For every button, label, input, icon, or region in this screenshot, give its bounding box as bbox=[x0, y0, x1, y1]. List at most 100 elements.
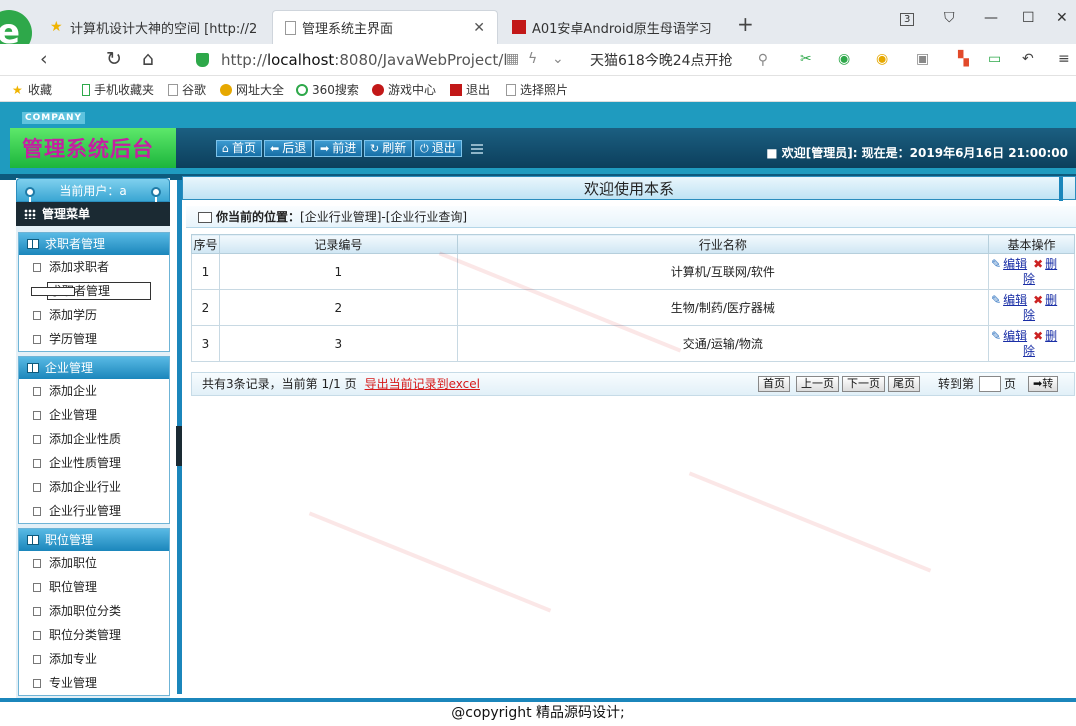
search-text: 天猫618今晚24点开抢 bbox=[590, 53, 733, 69]
browser-tab-2[interactable]: 管理系统主界面 ✕ bbox=[272, 10, 498, 44]
scissors-icon[interactable]: ✂ bbox=[800, 51, 812, 67]
back-icon[interactable]: ‹ bbox=[40, 48, 48, 70]
doc-icon bbox=[33, 559, 41, 568]
bookmark-google[interactable]: 谷歌 bbox=[168, 81, 206, 98]
folder-icon bbox=[27, 363, 39, 373]
delete-link[interactable]: 删 bbox=[1045, 329, 1057, 343]
menu-item-add-major[interactable]: 添加专业 bbox=[19, 647, 169, 671]
delete-link-wrap[interactable]: 除 bbox=[1023, 272, 1035, 286]
close-window-icon[interactable]: ✕ bbox=[1056, 10, 1068, 26]
screenshot-icon[interactable]: ▣ bbox=[916, 51, 929, 67]
address-bar: ‹ ↻ ⌂ http://localhost:8080/JavaWebProje… bbox=[0, 44, 1076, 76]
last-page-button[interactable]: 尾页 bbox=[888, 376, 920, 392]
menu-item-add-enterprise-type[interactable]: 添加企业性质 bbox=[19, 427, 169, 451]
apps-icon[interactable]: ▚ bbox=[958, 51, 969, 67]
shirt-icon[interactable]: ⛉ bbox=[944, 10, 955, 26]
page-unit-label: 页 bbox=[1004, 377, 1017, 391]
bookmark-mobile[interactable]: 手机收藏夹 bbox=[82, 81, 154, 98]
menu-item-enterprise-management[interactable]: 企业管理 bbox=[19, 403, 169, 427]
search-icon[interactable]: ⚲ bbox=[758, 52, 768, 68]
logout-button[interactable]: ⏻ 退出 bbox=[414, 140, 462, 157]
bookmark-label: 手机收藏夹 bbox=[94, 83, 155, 97]
forward-button[interactable]: ➡ 前进 bbox=[314, 140, 363, 157]
tab-title: 管理系统主界面 bbox=[302, 22, 394, 37]
grid-icon[interactable]: ▦ bbox=[506, 51, 519, 67]
doc-icon bbox=[33, 435, 41, 444]
menu-grid-icon bbox=[24, 209, 36, 219]
toolbar-menu-icon[interactable] bbox=[471, 144, 483, 154]
table-row: 2 2 生物/制药/医疗器械 ✎ 编辑 ✖ 删除 bbox=[191, 289, 1075, 326]
home-icon[interactable]: ⌂ bbox=[142, 48, 154, 70]
menu-item-label: 添加求职者 bbox=[49, 260, 110, 274]
url-suffix: :8080/JavaWebProject/l bbox=[334, 51, 508, 69]
menu-item-add-position[interactable]: 添加职位 bbox=[19, 551, 169, 575]
export-excel-link[interactable]: 导出当前记录到excel bbox=[365, 377, 480, 391]
doc-icon bbox=[33, 263, 41, 272]
delete-link-wrap[interactable]: 除 bbox=[1023, 344, 1035, 358]
lightning-icon[interactable]: ϟ bbox=[528, 51, 537, 67]
close-icon[interactable]: ✕ bbox=[465, 20, 485, 36]
menu-item-position-management[interactable]: 职位管理 bbox=[19, 575, 169, 599]
group-title[interactable]: 求职者管理 bbox=[19, 233, 169, 255]
refresh-button[interactable]: ↻ 刷新 bbox=[364, 140, 413, 157]
bookmark-exit[interactable]: 退出 bbox=[450, 81, 490, 98]
globe-icon bbox=[220, 83, 232, 96]
pager-summary: 共有3条记录，当前第 1/1 页导出当前记录到excel bbox=[202, 373, 480, 395]
minimize-icon[interactable]: — bbox=[984, 10, 998, 26]
bookmark-sites[interactable]: 网址大全 bbox=[220, 81, 284, 98]
pencil-icon: ✎ bbox=[991, 293, 1002, 307]
chevron-down-icon[interactable]: ⌄ bbox=[552, 51, 564, 67]
menu-item-industry-management[interactable]: 企业行业管理 bbox=[19, 499, 169, 523]
bookmark-photo[interactable]: 选择照片 bbox=[506, 81, 568, 98]
reload-icon[interactable]: ↻ bbox=[106, 48, 122, 70]
menu-item-label: 职位管理 bbox=[49, 580, 98, 594]
browser-tab-3[interactable]: A01安卓Android原生母语学习 bbox=[500, 10, 732, 44]
menu-item-jobseeker-management[interactable]: 求职者管理 bbox=[19, 279, 169, 303]
undo-icon[interactable]: ↶ bbox=[1022, 51, 1034, 67]
sidebar-toggle-handle[interactable] bbox=[176, 426, 182, 466]
tab-count-badge[interactable]: 3 bbox=[900, 13, 915, 26]
goto-page-input[interactable] bbox=[979, 376, 1001, 392]
coin-icon[interactable]: ◉ bbox=[876, 51, 888, 67]
app-header: COMPANY 管理系统后台 ⌂ 首页 ⬅ 后退 ➡ 前进 ↻ 刷新 ⏻ 退出 ■ 欢迎[… bbox=[0, 102, 1076, 174]
maximize-icon[interactable]: ☐ bbox=[1022, 10, 1035, 26]
menu-item-add-position-category[interactable]: 添加职位分类 bbox=[19, 599, 169, 623]
group-title[interactable]: 企业管理 bbox=[19, 357, 169, 379]
menu-item-label: 添加专业 bbox=[49, 652, 98, 666]
battery-icon[interactable]: ▭ bbox=[988, 51, 1001, 67]
translate-icon[interactable]: ◉ bbox=[838, 51, 850, 67]
menu-item-major-management[interactable]: 专业管理 bbox=[19, 671, 169, 695]
menu-item-position-category-management[interactable]: 职位分类管理 bbox=[19, 623, 169, 647]
delete-link-wrap[interactable]: 除 bbox=[1023, 308, 1035, 322]
next-page-button[interactable]: 下一页 bbox=[842, 376, 885, 392]
menu-item-education-management[interactable]: 学历管理 bbox=[19, 327, 169, 351]
menu-item-add-industry[interactable]: 添加企业行业 bbox=[19, 475, 169, 499]
prev-page-button[interactable]: 上一页 bbox=[796, 376, 839, 392]
back-button[interactable]: ⬅ 后退 bbox=[264, 140, 313, 157]
delete-link[interactable]: 删 bbox=[1045, 257, 1057, 271]
menu-item-enterprise-type-management[interactable]: 企业性质管理 bbox=[19, 451, 169, 475]
group-title[interactable]: 职位管理 bbox=[19, 529, 169, 551]
browser-tab-1[interactable]: ★ 计算机设计大神的空间 [http://2 bbox=[38, 10, 272, 44]
delete-link[interactable]: 删 bbox=[1045, 293, 1057, 307]
table-row: 3 3 交通/运输/物流 ✎ 编辑 ✖ 删除 bbox=[191, 325, 1075, 362]
edit-link[interactable]: 编辑 bbox=[1003, 293, 1027, 307]
doc-icon bbox=[33, 335, 41, 344]
button-label: 后退 bbox=[282, 141, 307, 155]
edit-link[interactable]: 编辑 bbox=[1003, 257, 1027, 271]
first-page-button[interactable]: 首页 bbox=[758, 376, 790, 392]
menu-item-add-education[interactable]: 添加学历 bbox=[19, 303, 169, 327]
home-button[interactable]: ⌂ 首页 bbox=[216, 140, 262, 157]
menu-item-add-enterprise[interactable]: 添加企业 bbox=[19, 379, 169, 403]
menu-icon[interactable]: ≡ bbox=[1058, 51, 1070, 67]
bookmark-games[interactable]: 游戏中心 bbox=[372, 81, 436, 98]
search-input[interactable]: 天猫618今晚24点开抢 ⚲ bbox=[580, 47, 780, 73]
edit-link[interactable]: 编辑 bbox=[1003, 329, 1027, 343]
bookmark-label: 谷歌 bbox=[182, 83, 207, 97]
bookmark-360[interactable]: 360搜索 bbox=[296, 81, 359, 98]
menu-item-add-jobseeker[interactable]: 添加求职者 bbox=[19, 255, 169, 279]
new-tab-icon[interactable]: + bbox=[737, 12, 754, 36]
bookmark-favorites[interactable]: ★ 收藏 bbox=[12, 81, 52, 98]
delete-x-icon: ✖ bbox=[1033, 293, 1044, 307]
goto-button[interactable]: ➡转 bbox=[1028, 376, 1059, 392]
